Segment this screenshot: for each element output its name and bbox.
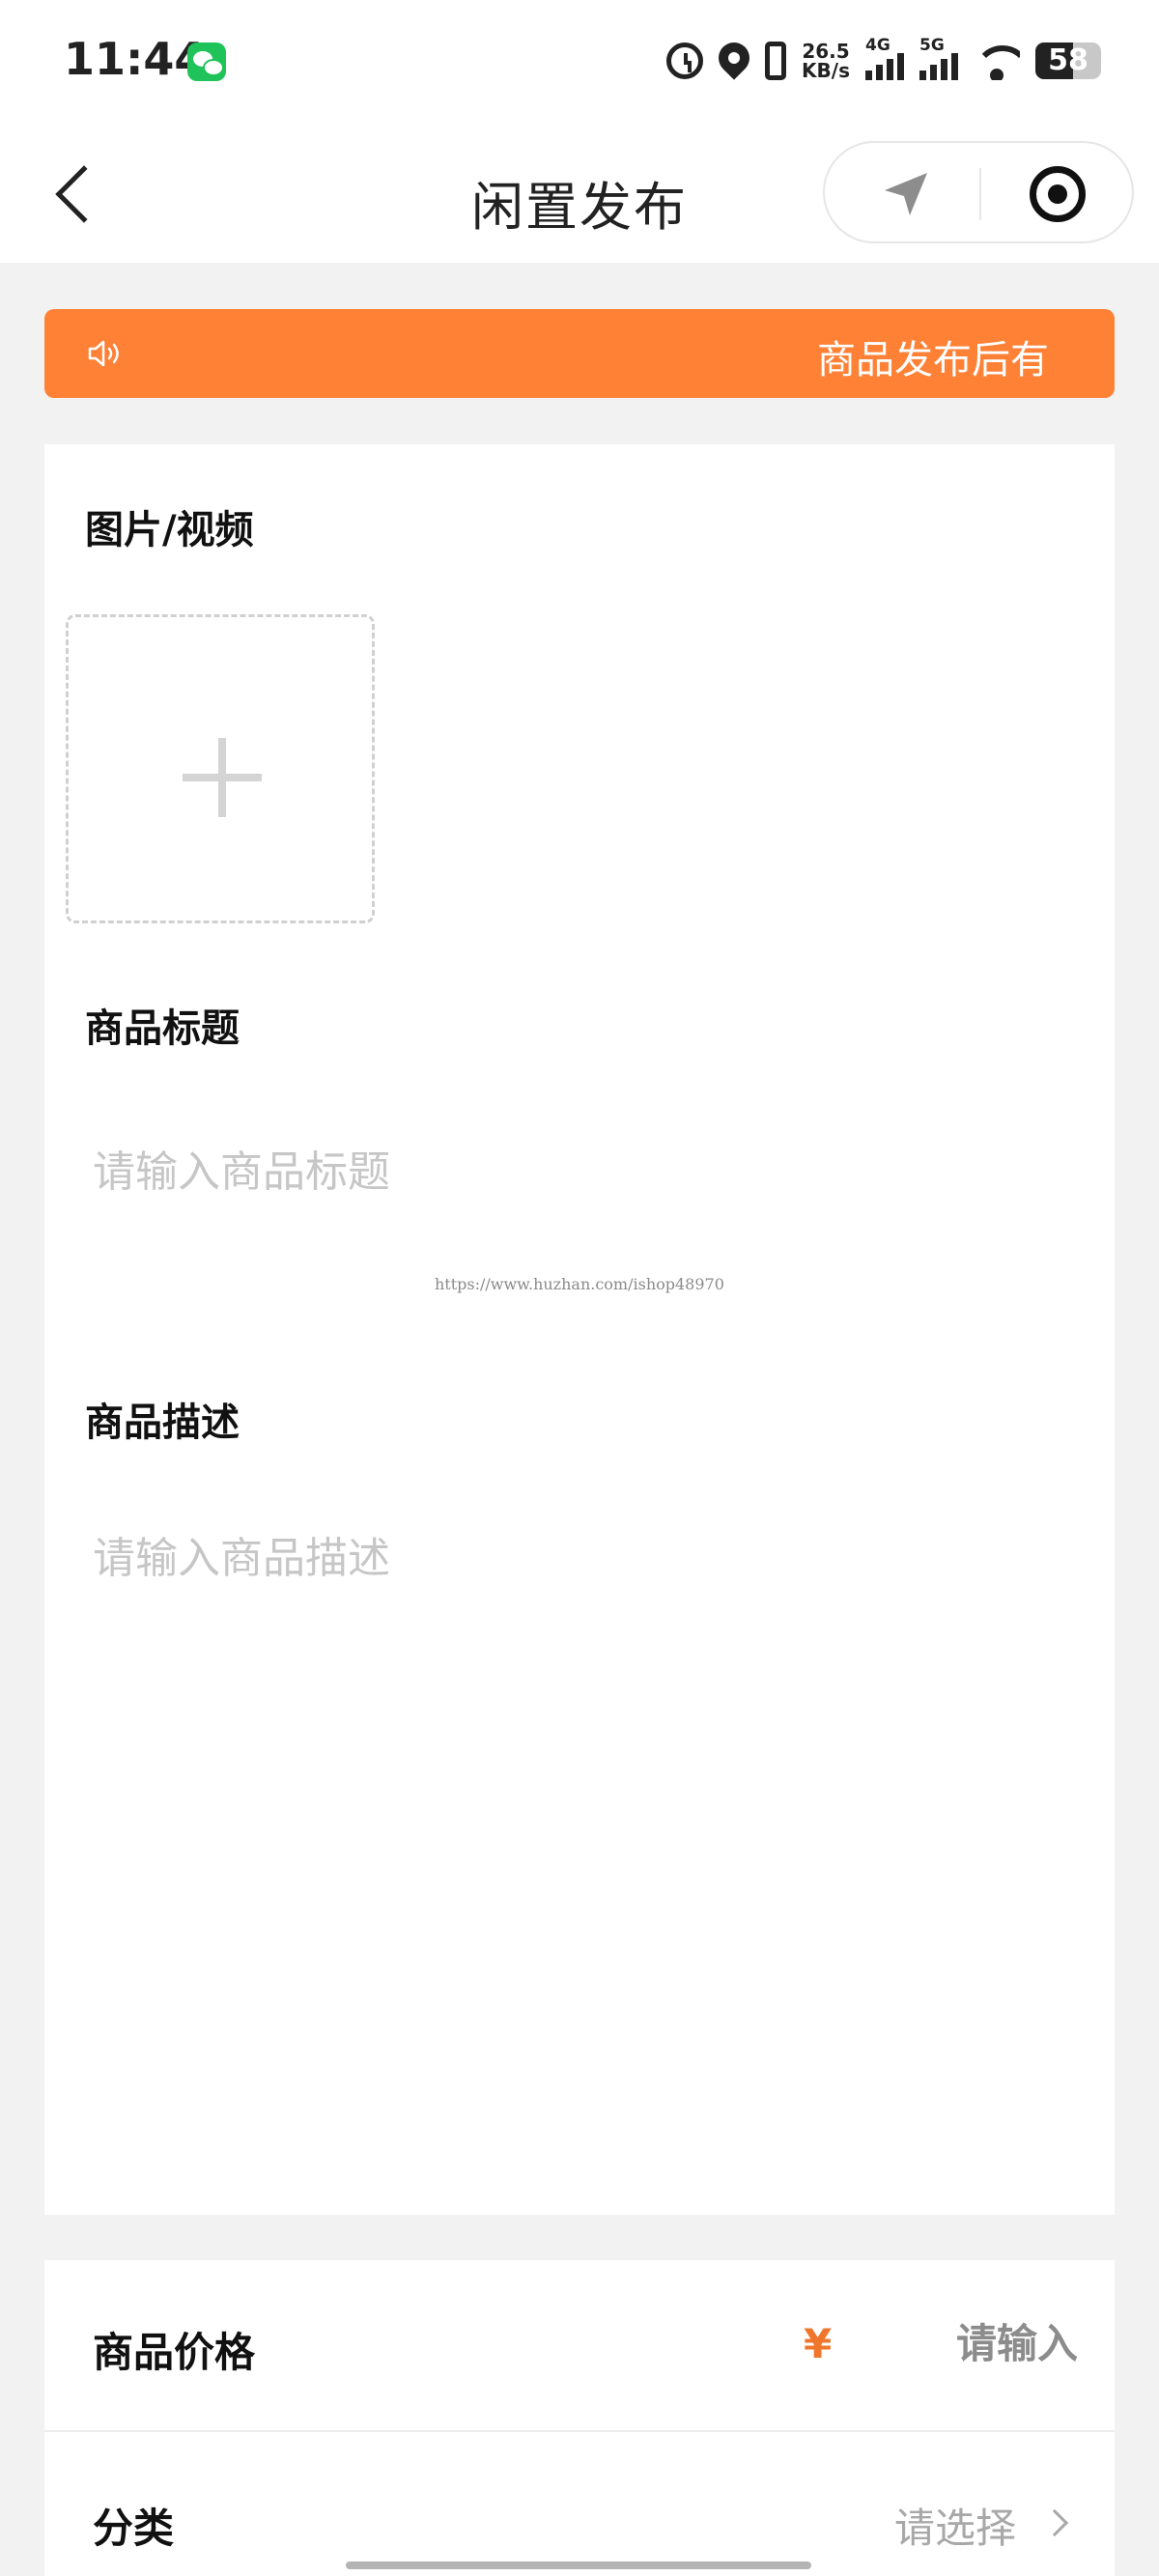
category-label: 分类 bbox=[93, 2505, 175, 2552]
plus-icon bbox=[183, 738, 262, 817]
signal-5g-label: 5G bbox=[919, 36, 945, 55]
wifi-icon bbox=[974, 42, 1020, 80]
notice-bar[interactable]: 商品发布后有 bbox=[44, 309, 1115, 398]
signal-4g-label: 4G bbox=[865, 36, 890, 55]
price-label: 商品价格 bbox=[93, 2329, 256, 2376]
battery-icon: 58 bbox=[1035, 42, 1101, 79]
network-speed-value: 26.5 bbox=[802, 40, 850, 63]
vibrate-icon bbox=[765, 42, 787, 80]
alarm-icon bbox=[666, 42, 704, 79]
capsule-divider bbox=[979, 168, 981, 220]
watermark: https://www.huzhan.com/ishop48970 bbox=[435, 1275, 724, 1293]
title-label: 商品标题 bbox=[85, 1006, 240, 1051]
status-bar: 11:44 26.5 KB/s 4G 5G 58 bbox=[0, 0, 1159, 126]
location-pin-icon bbox=[712, 36, 756, 80]
publish-form-card: 图片/视频 商品标题 https://www.huzhan.com/ishop4… bbox=[44, 444, 1115, 2215]
home-indicator[interactable] bbox=[346, 2562, 811, 2569]
nav-bar: 闲置发布 bbox=[0, 126, 1159, 263]
description-input[interactable] bbox=[93, 1530, 1059, 2148]
status-time: 11:44 bbox=[64, 33, 206, 85]
description-label: 商品描述 bbox=[85, 1401, 240, 1445]
chevron-right-icon bbox=[1040, 2508, 1069, 2537]
mini-program-capsule bbox=[823, 141, 1134, 243]
currency-symbol: ¥ bbox=[804, 2320, 833, 2367]
notice-text: 商品发布后有 bbox=[817, 338, 1049, 382]
network-speed: 26.5 KB/s bbox=[802, 42, 850, 80]
wechat-icon bbox=[187, 42, 226, 81]
price-row: 商品价格 ¥ bbox=[44, 2260, 1115, 2432]
details-card: 商品价格 ¥ 分类 请选择 bbox=[44, 2260, 1115, 2576]
battery-level: 58 bbox=[1048, 43, 1088, 77]
status-icons: 26.5 KB/s 4G 5G 58 bbox=[666, 36, 1101, 85]
signal-5g-icon: 5G bbox=[919, 36, 958, 80]
network-speed-unit: KB/s bbox=[802, 59, 850, 82]
price-input[interactable] bbox=[875, 2314, 1078, 2372]
media-upload-button[interactable] bbox=[66, 614, 375, 923]
location-arrow-icon[interactable] bbox=[881, 169, 931, 219]
target-icon[interactable] bbox=[1030, 166, 1086, 222]
media-label: 图片/视频 bbox=[85, 508, 254, 552]
title-input[interactable] bbox=[93, 1138, 1059, 1205]
category-row[interactable]: 分类 请选择 bbox=[44, 2434, 1115, 2576]
signal-4g-icon: 4G bbox=[865, 36, 904, 80]
speaker-icon bbox=[88, 340, 119, 367]
category-select[interactable]: 请选择 bbox=[894, 2496, 1016, 2555]
